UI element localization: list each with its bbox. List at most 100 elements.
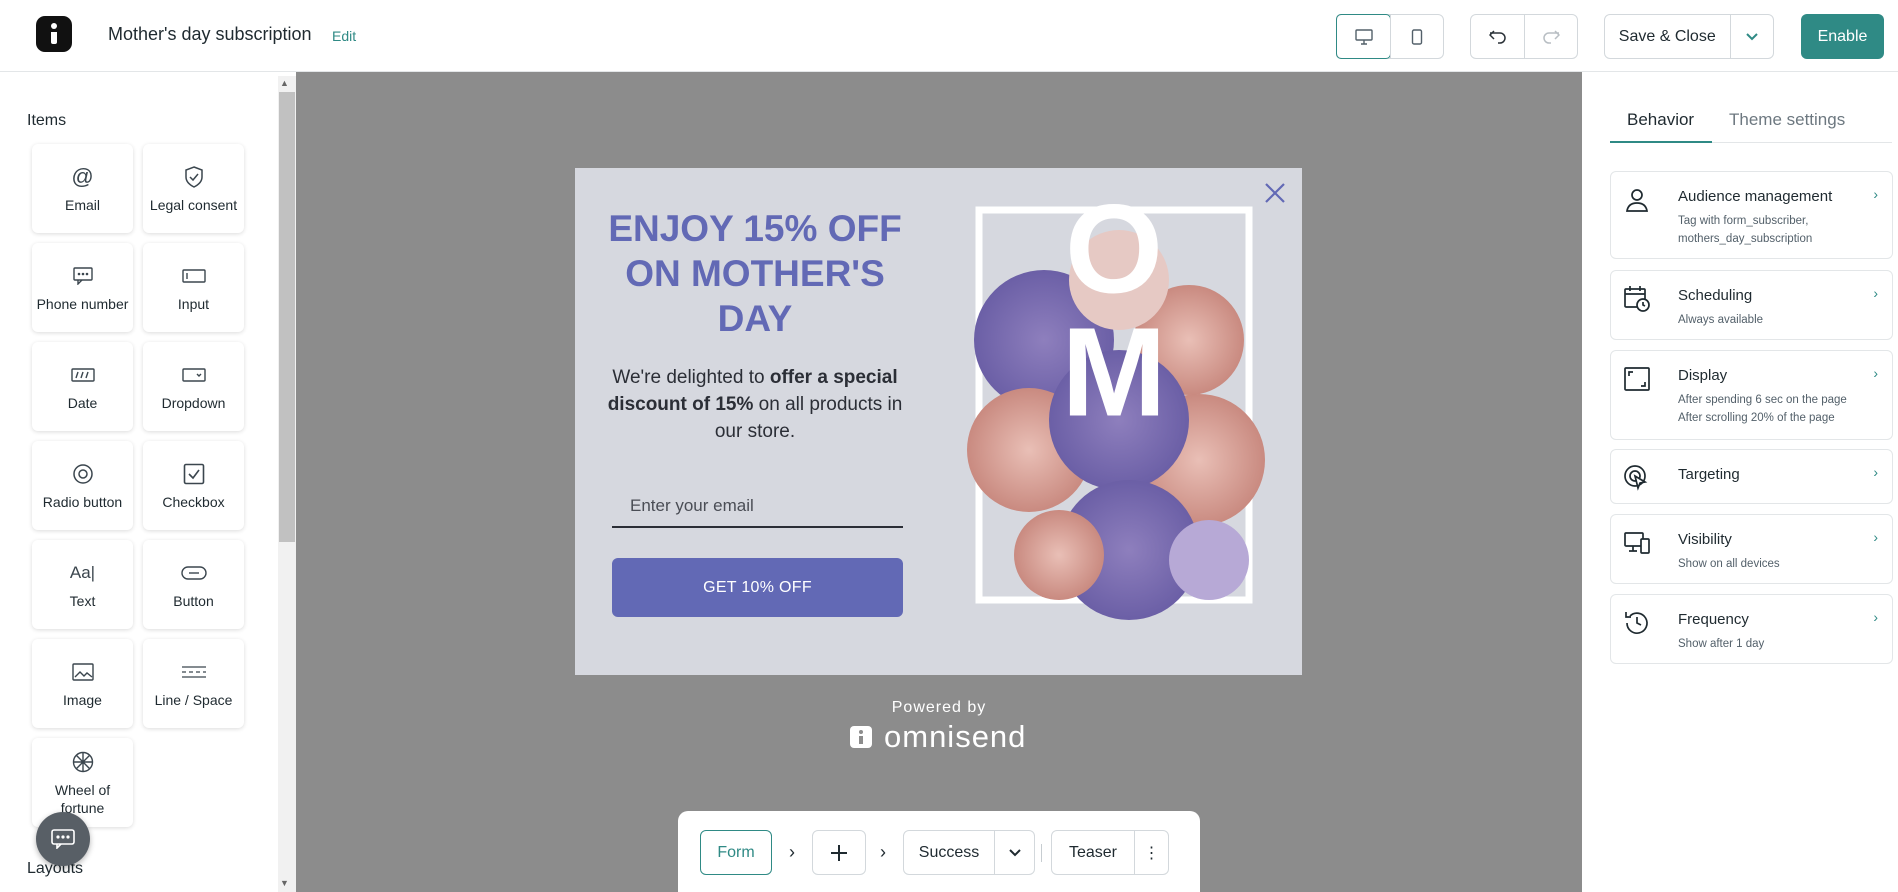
chevron-right-icon: › bbox=[789, 842, 795, 862]
card-frequency[interactable]: Frequency Show after 1 day › bbox=[1610, 594, 1893, 664]
card-display[interactable]: Display After spending 6 sec on the page… bbox=[1610, 350, 1893, 440]
omnisend-brand[interactable]: omnisend bbox=[850, 719, 1026, 755]
chevron-right-icon: › bbox=[1873, 285, 1878, 301]
item-phone-number[interactable]: Phone number bbox=[32, 243, 133, 332]
add-step-button[interactable] bbox=[812, 830, 866, 875]
more-options-icon[interactable]: ⋮ bbox=[1134, 831, 1168, 874]
item-date[interactable]: Date bbox=[32, 342, 133, 431]
mobile-view-button[interactable] bbox=[1390, 15, 1443, 58]
item-email[interactable]: @ Email bbox=[32, 144, 133, 233]
wheel-icon bbox=[72, 749, 94, 775]
device-toggle bbox=[1336, 14, 1444, 59]
text-icon: Aa| bbox=[69, 562, 96, 582]
item-dropdown[interactable]: Dropdown bbox=[143, 342, 244, 431]
card-audience-management[interactable]: Audience management Tag with form_subscr… bbox=[1610, 171, 1893, 259]
item-checkbox[interactable]: Checkbox bbox=[143, 441, 244, 530]
popup-headline[interactable]: ENJOY 15% OFF ON MOTHER'S DAY bbox=[605, 206, 905, 341]
save-options-button[interactable] bbox=[1729, 15, 1773, 58]
popup-body-text[interactable]: We're delighted to offer a special disco… bbox=[605, 364, 905, 445]
item-radio-button[interactable]: Radio button bbox=[32, 441, 133, 530]
popup-cta-button[interactable]: GET 10% OFF bbox=[612, 558, 903, 617]
image-icon bbox=[71, 659, 94, 685]
card-subtitle: After spending 6 sec on the page After sc… bbox=[1678, 391, 1878, 427]
item-button[interactable]: Button bbox=[143, 540, 244, 629]
item-text[interactable]: Aa| Text bbox=[32, 540, 133, 629]
devices-icon bbox=[1624, 532, 1650, 554]
mothers-day-flowers-image[interactable]: MOM bbox=[939, 200, 1289, 650]
card-visibility[interactable]: Visibility Show on all devices › bbox=[1610, 514, 1893, 584]
omnisend-mark-icon bbox=[850, 726, 872, 748]
step-teaser[interactable]: Teaser ⋮ bbox=[1051, 830, 1169, 875]
display-subtitle-line-2: After scrolling 20% of the page bbox=[1678, 412, 1835, 424]
chevron-right-icon: › bbox=[1873, 529, 1878, 545]
success-options-button[interactable] bbox=[994, 831, 1034, 874]
settings-panel: Behavior Theme settings Audience managem… bbox=[1582, 72, 1898, 892]
chevron-right-icon: › bbox=[1873, 365, 1878, 381]
message-icon bbox=[72, 263, 93, 289]
save-close-button[interactable]: Save & Close bbox=[1605, 15, 1730, 58]
sidebar-scrollbar-thumb[interactable] bbox=[279, 92, 295, 542]
line-space-icon bbox=[181, 659, 207, 685]
scroll-up-arrow-icon[interactable]: ▲ bbox=[280, 78, 289, 88]
card-subtitle: Always available bbox=[1678, 314, 1764, 326]
card-title: Frequency bbox=[1678, 611, 1749, 628]
scroll-down-arrow-icon[interactable]: ▼ bbox=[280, 878, 289, 888]
enable-button[interactable]: Enable bbox=[1801, 14, 1884, 59]
items-sidebar: Items @ Email Legal consent Phone number… bbox=[0, 72, 296, 892]
item-wheel-of-fortune[interactable]: Wheel of fortune bbox=[32, 738, 133, 827]
item-label: Checkbox bbox=[162, 493, 225, 510]
mom-art-text: MOM bbox=[1044, 200, 1185, 425]
top-bar: Mother's day subscription Edit Save & Cl… bbox=[0, 0, 1898, 72]
step-success[interactable]: Success bbox=[903, 830, 1035, 875]
item-image[interactable]: Image bbox=[32, 639, 133, 728]
calendar-clock-icon bbox=[1624, 286, 1650, 312]
chevron-down-icon bbox=[1746, 32, 1758, 40]
button-icon bbox=[180, 560, 207, 586]
item-label: Line / Space bbox=[154, 691, 233, 708]
popup-form[interactable]: ENJOY 15% OFF ON MOTHER'S DAY We're deli… bbox=[575, 168, 1302, 675]
card-scheduling[interactable]: Scheduling Always available › bbox=[1610, 270, 1893, 340]
dropdown-icon bbox=[181, 362, 206, 388]
items-heading: Items bbox=[27, 112, 67, 129]
edit-title-link[interactable]: Edit bbox=[332, 28, 356, 44]
item-input[interactable]: Input bbox=[143, 243, 244, 332]
card-title: Targeting bbox=[1678, 466, 1740, 483]
omnisend-logo-icon[interactable] bbox=[36, 16, 72, 52]
editor-canvas: ENJOY 15% OFF ON MOTHER'S DAY We're deli… bbox=[296, 72, 1582, 892]
redo-icon bbox=[1543, 29, 1560, 44]
item-label: Input bbox=[177, 295, 210, 312]
pointer-target-icon bbox=[1624, 465, 1648, 491]
popup-email-input[interactable] bbox=[612, 486, 903, 528]
tab-theme-settings[interactable]: Theme settings bbox=[1729, 110, 1845, 130]
card-targeting[interactable]: Targeting › bbox=[1610, 449, 1893, 504]
at-icon: @ bbox=[71, 163, 94, 189]
card-subtitle: Show after 1 day bbox=[1678, 638, 1765, 650]
input-icon bbox=[181, 263, 206, 289]
form-title: Mother's day subscription bbox=[108, 24, 312, 44]
chat-support-button[interactable] bbox=[36, 812, 90, 866]
item-label: Image bbox=[63, 691, 102, 708]
date-icon bbox=[70, 362, 95, 388]
chevron-right-icon: › bbox=[880, 842, 886, 862]
card-title: Audience management bbox=[1678, 188, 1833, 205]
redo-button[interactable] bbox=[1524, 15, 1577, 58]
tab-behavior[interactable]: Behavior bbox=[1627, 110, 1694, 130]
chevron-down-icon bbox=[1008, 848, 1021, 856]
radio-icon bbox=[72, 461, 94, 487]
item-label: Phone number bbox=[36, 295, 129, 312]
chevron-right-icon: › bbox=[1873, 186, 1878, 202]
brand-name: omnisend bbox=[884, 719, 1027, 754]
powered-by-label: Powered by bbox=[891, 699, 987, 716]
item-legal-consent[interactable]: Legal consent bbox=[143, 144, 244, 233]
step-success-label: Success bbox=[918, 843, 980, 861]
body-text-pre: We're delighted to bbox=[612, 367, 770, 388]
history-icon bbox=[1625, 612, 1648, 634]
step-form[interactable]: Form bbox=[700, 830, 772, 875]
item-label: Date bbox=[67, 394, 98, 411]
save-close-button-group: Save & Close bbox=[1604, 14, 1774, 59]
item-line-space[interactable]: Line / Space bbox=[143, 639, 244, 728]
item-label: Wheel of fortune bbox=[54, 781, 111, 816]
item-label: Button bbox=[173, 592, 214, 609]
undo-button[interactable] bbox=[1471, 15, 1524, 58]
desktop-view-button[interactable] bbox=[1336, 14, 1391, 59]
